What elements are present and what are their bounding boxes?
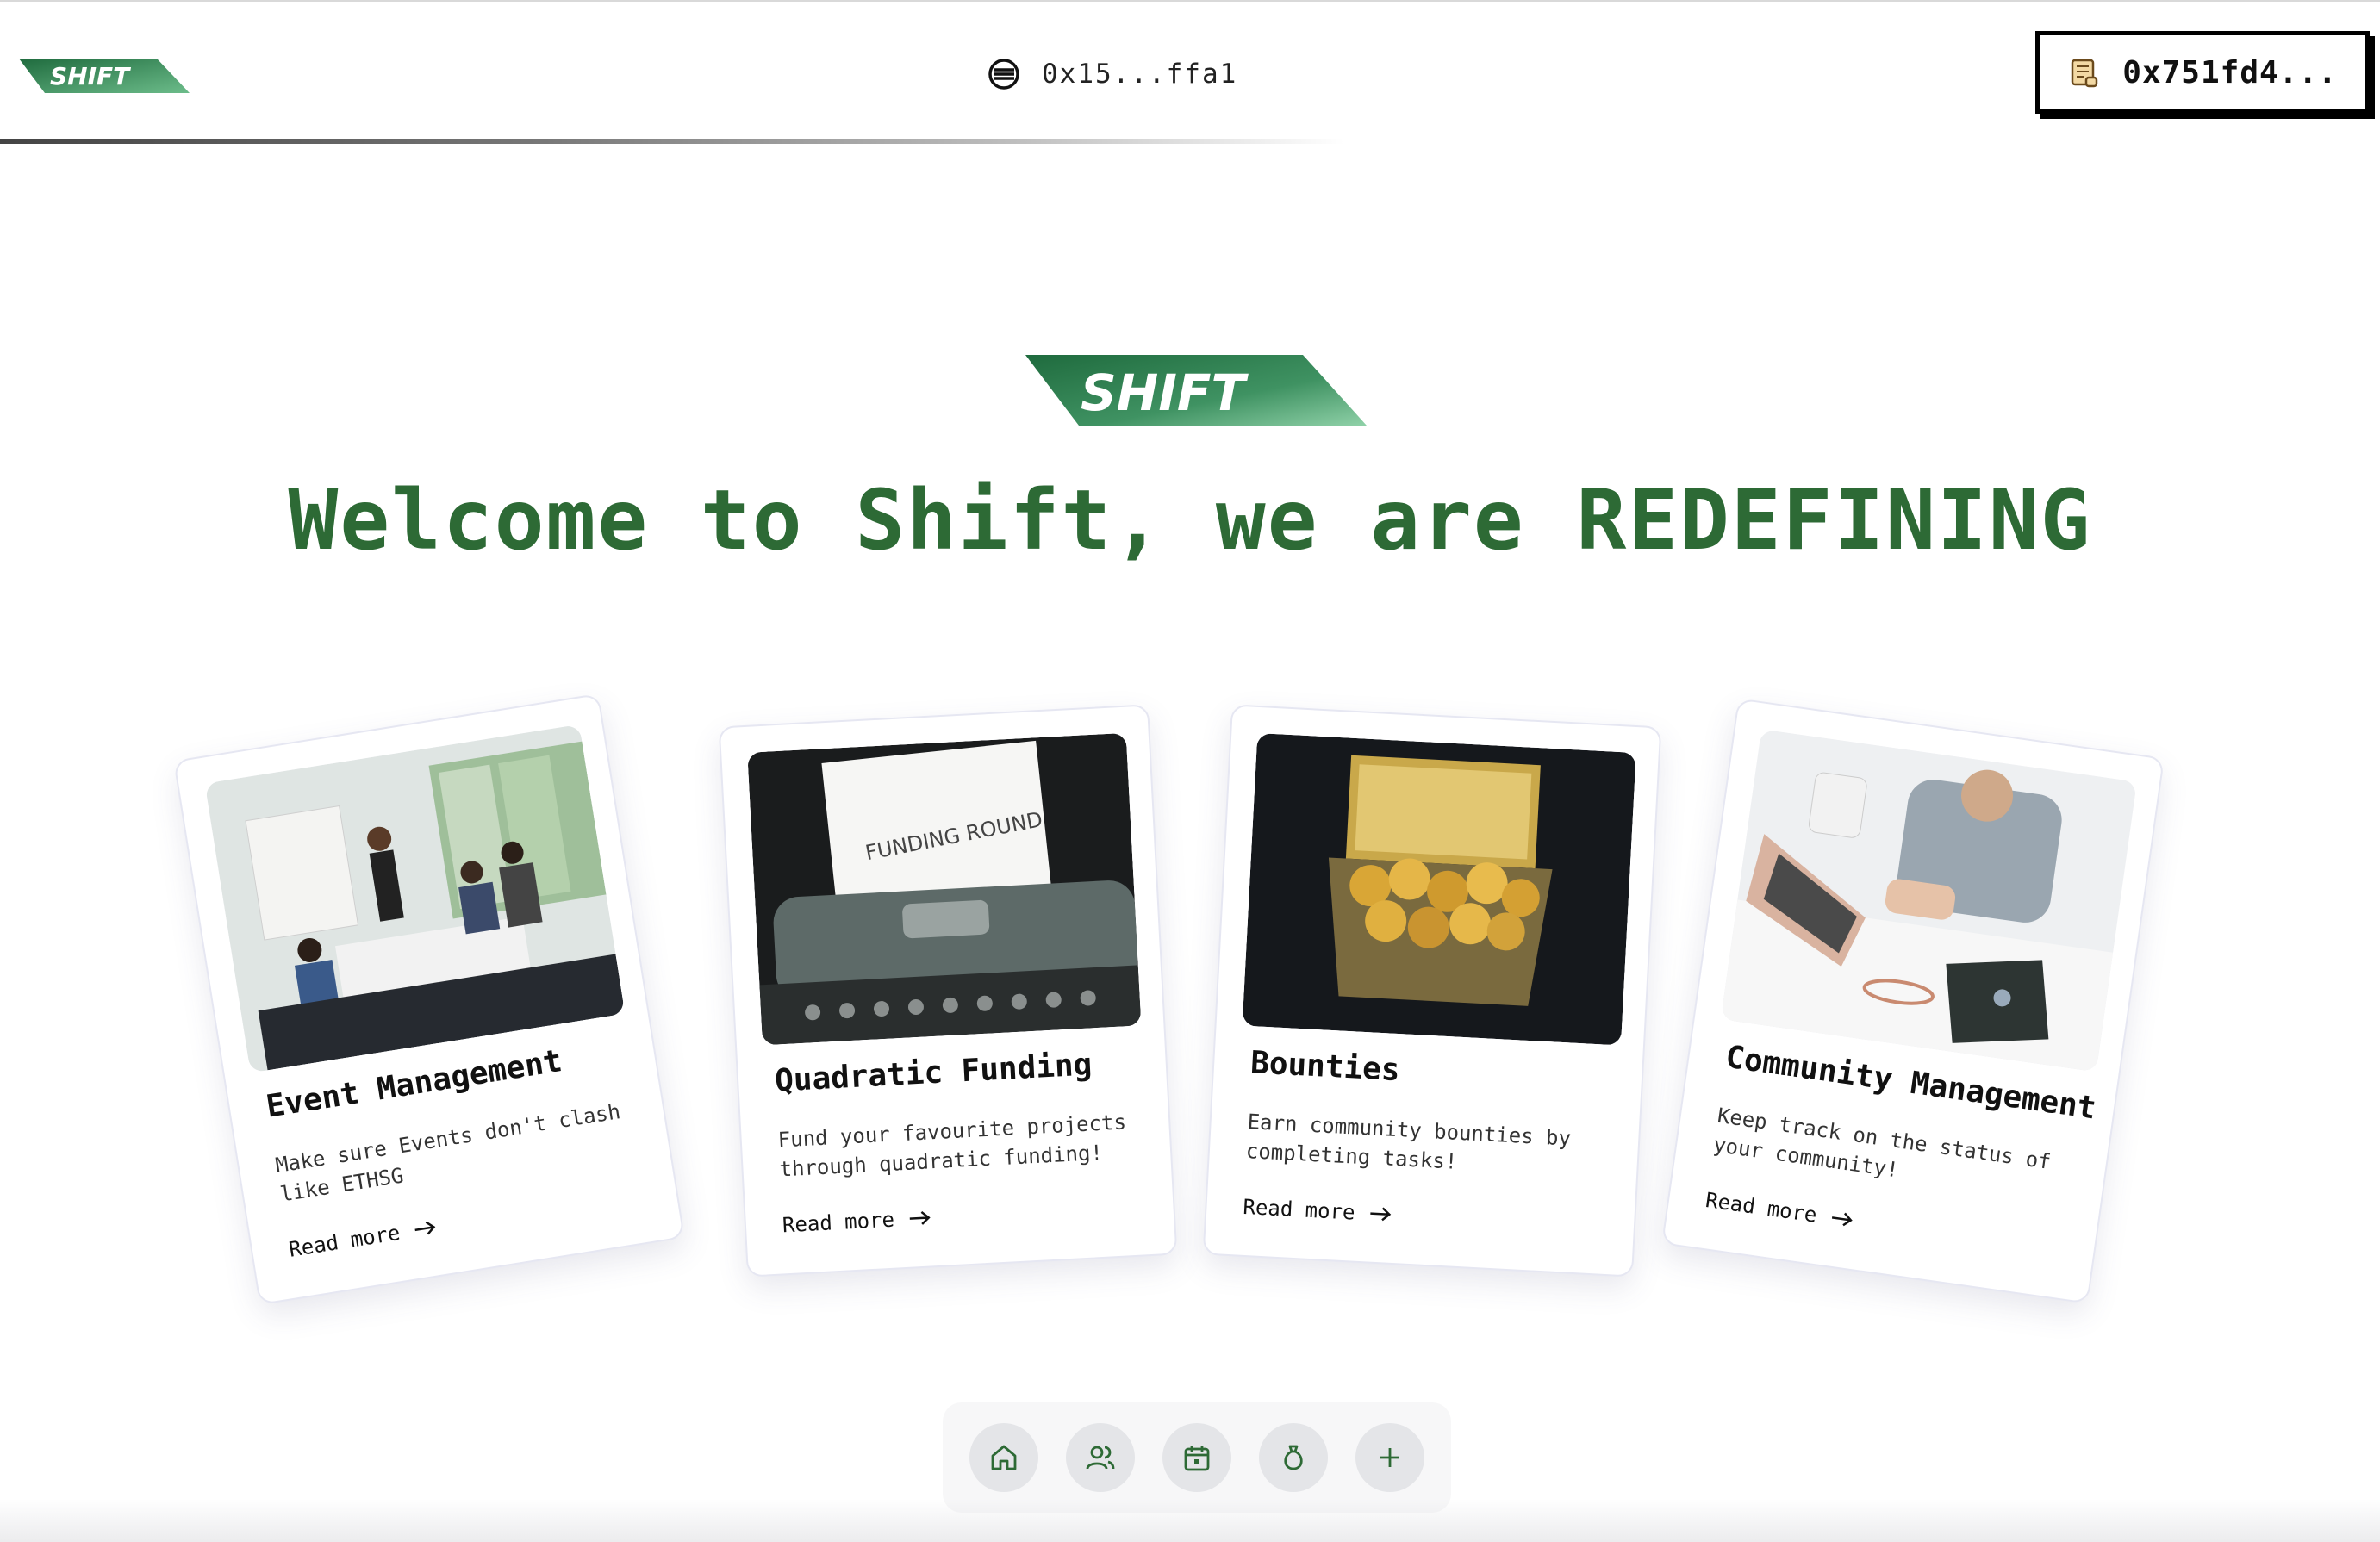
feature-card-bounties[interactable]: Bounties Earn community bounties by comp… [1202,704,1662,1278]
calendar-icon [1184,1446,1210,1471]
scroll-icon [2072,59,2098,88]
svg-text:SHIFT: SHIFT [50,62,131,90]
feature-card-quadratic-funding[interactable]: FUNDING ROUND Quadratic Funding Fund you… [718,704,1178,1278]
users-icon [1086,1446,1115,1470]
event-meeting-image [204,724,626,1073]
money-bag-icon [1284,1445,1303,1470]
laptop-coffee-image [1720,729,2137,1073]
svg-text:SHIFT: SHIFT [1081,364,1249,422]
read-more-link[interactable]: Read more [1704,1188,1856,1233]
top-bar: SHIFT 0x15...ffa1 0x751fd4... [0,0,2380,144]
nav-home-button[interactable] [969,1423,1038,1492]
card-description: Fund your favourite projects through qua… [777,1110,1127,1182]
bottom-shadow [0,1499,2380,1542]
header-divider [0,139,1344,144]
home-icon [991,1445,1017,1470]
arrow-right-icon [414,1221,436,1235]
read-more-label: Read more [1704,1187,1819,1228]
arrow-right-icon [1370,1207,1392,1222]
card-title: Quadratic Funding [774,1047,1093,1099]
wallet-address-text: 0x751fd4... [2122,54,2338,90]
read-more-link[interactable]: Read more [782,1205,932,1237]
card-title: Bounties [1249,1045,1401,1089]
arrow-right-icon [1831,1212,1853,1227]
read-more-link[interactable]: Read more [287,1215,439,1262]
feature-card-event-management[interactable]: Event Management Make sure Events don't … [173,693,685,1306]
hero-headline: Welcome to Shift, we are REDEFINING [288,472,2092,569]
nav-create-button[interactable] [1355,1423,1424,1492]
arrow-right-icon [909,1210,931,1225]
read-more-label: Read more [287,1220,402,1262]
center-address-text: 0x15...ffa1 [1042,59,1238,90]
read-more-label: Read more [782,1207,895,1238]
nav-bounties-button[interactable] [1259,1423,1328,1492]
gold-coins-image [1242,732,1636,1046]
network-coin-icon [988,59,1019,90]
typewriter-image: FUNDING ROUND [747,732,1142,1046]
connected-address[interactable]: 0x15...ffa1 [987,55,1237,93]
plus-icon [1380,1448,1399,1467]
nav-events-button[interactable] [1162,1423,1231,1492]
nav-community-button[interactable] [1066,1423,1135,1492]
wallet-button[interactable]: 0x751fd4... [2035,31,2370,114]
read-more-label: Read more [1242,1194,1356,1225]
card-description: Earn community bounties by completing ta… [1245,1110,1572,1174]
shift-hero-logo: SHIFT [1025,355,1367,426]
bottom-nav [943,1402,1451,1513]
feature-card-community-management[interactable]: Community Management Keep track on the s… [1660,698,2165,1304]
shift-logo[interactable]: SHIFT [19,59,190,93]
read-more-link[interactable]: Read more [1243,1195,1393,1227]
